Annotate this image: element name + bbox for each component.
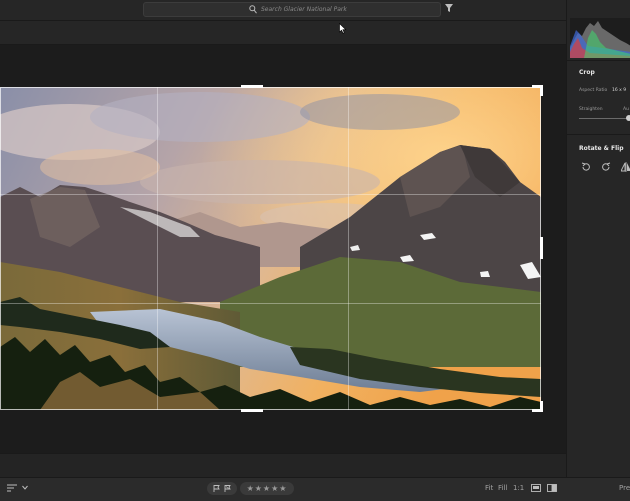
reject-flag-icon[interactable]: [224, 485, 231, 492]
auto-straighten-button[interactable]: Au: [623, 107, 629, 112]
crop-handle-bottom-right[interactable]: [540, 401, 543, 412]
straighten-label: Straighten: [579, 107, 603, 112]
zoom-one-to-one-button[interactable]: 1:1: [513, 484, 524, 492]
crop-handle-top-right[interactable]: [540, 85, 543, 96]
crop-section-title: Crop: [579, 69, 595, 76]
compare-icon[interactable]: [547, 484, 557, 492]
straighten-slider[interactable]: [579, 118, 630, 119]
star-rating[interactable]: ★★★★★: [240, 482, 294, 495]
flag-controls: [207, 482, 237, 495]
filmstrip-area: [0, 453, 566, 478]
crop-grid-line: [157, 87, 158, 410]
flag-icon[interactable]: [213, 485, 220, 492]
cursor-icon: [339, 23, 347, 34]
presets-button[interactable]: Pres: [619, 484, 630, 492]
landscape-photo: [0, 87, 541, 410]
chevron-down-icon[interactable]: [22, 485, 28, 490]
aspect-ratio-value[interactable]: 16 x 9: [612, 88, 626, 93]
sort-icon[interactable]: [7, 484, 17, 492]
flip-horizontal-icon[interactable]: [621, 162, 630, 172]
search-input[interactable]: [261, 3, 431, 16]
filter-icon[interactable]: [445, 4, 453, 12]
zoom-fit-button[interactable]: Fit: [485, 484, 493, 492]
crop-grid-line: [0, 194, 541, 195]
search-icon: [249, 5, 257, 14]
rotate-left-icon[interactable]: [581, 162, 591, 172]
search-box[interactable]: [143, 2, 441, 17]
edit-panel: Crop Aspect Ratio 16 x 9 Straighten Au R…: [566, 0, 630, 477]
crop-handle-bottom[interactable]: [241, 409, 263, 412]
histogram: [570, 18, 630, 58]
panel-divider: [567, 134, 630, 135]
rotate-flip-section-title: Rotate & Flip: [579, 145, 624, 152]
panel-divider: [567, 60, 630, 61]
crop-grid-line: [0, 303, 541, 304]
secondary-toolbar: [0, 21, 566, 45]
zoom-fill-button[interactable]: Fill: [498, 484, 507, 492]
top-toolbar: [0, 0, 630, 21]
rotate-right-icon[interactable]: [601, 162, 611, 172]
crop-handle-right[interactable]: [540, 237, 543, 259]
crop-handle-top[interactable]: [241, 85, 263, 88]
grid-view-icon[interactable]: [531, 484, 541, 492]
aspect-ratio-label: Aspect Ratio: [579, 88, 608, 93]
crop-grid-line: [348, 87, 349, 410]
straighten-slider-thumb[interactable]: [626, 115, 630, 121]
